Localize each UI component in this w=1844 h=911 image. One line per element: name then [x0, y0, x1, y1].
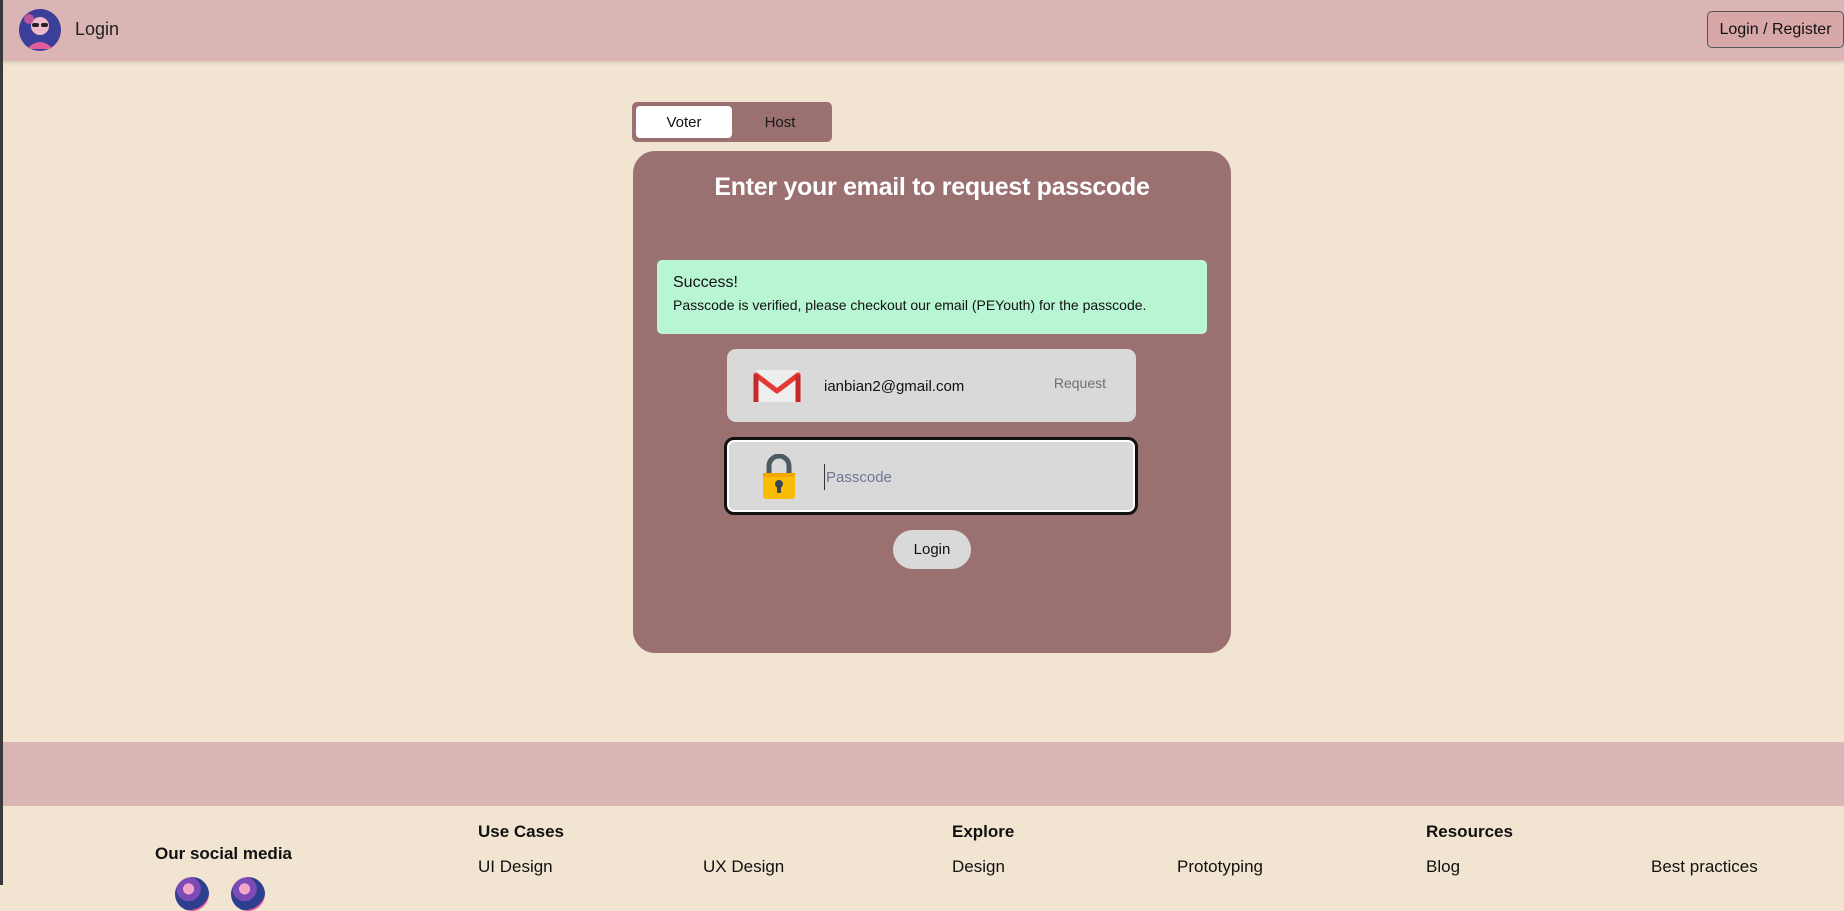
footer-band [3, 742, 1844, 806]
lock-icon [763, 454, 795, 499]
footer-link-ui-design[interactable]: UI Design [478, 857, 553, 877]
footer-link-best-practices[interactable]: Best practices [1651, 857, 1758, 877]
social-icon[interactable] [231, 877, 265, 911]
login-button[interactable]: Login [893, 530, 971, 569]
social-icon[interactable] [175, 877, 209, 911]
passcode-field[interactable] [724, 437, 1138, 515]
footer-link-blog[interactable]: Blog [1426, 857, 1460, 877]
login-card: Enter your email to request passcode Suc… [633, 151, 1231, 653]
tab-host[interactable]: Host [732, 106, 828, 138]
alert-title: Success! [673, 274, 738, 291]
role-toggle: Voter Host [632, 102, 832, 142]
footer: Our social media Use Cases UI Design UX … [3, 806, 1844, 911]
success-alert: Success! Passcode is verified, please ch… [657, 260, 1207, 334]
top-header: Login Login / Register [3, 0, 1844, 61]
gmail-icon [753, 370, 801, 402]
alert-message: Passcode is verified, please checkout ou… [673, 297, 1147, 313]
email-field[interactable]: ianbian2@gmail.com Request [727, 349, 1136, 422]
footer-link-prototyping[interactable]: Prototyping [1177, 857, 1263, 877]
footer-link-design[interactable]: Design [952, 857, 1005, 877]
avatar-logo[interactable] [19, 9, 61, 51]
email-value: ianbian2@gmail.com [824, 378, 965, 395]
footer-heading-use-cases: Use Cases [478, 822, 565, 841]
footer-heading-resources: Resources [1426, 822, 1513, 841]
tab-voter[interactable]: Voter [636, 106, 732, 138]
header-title: Login [75, 19, 120, 39]
social-media-title: Our social media [155, 844, 292, 863]
passcode-input[interactable] [824, 464, 1108, 490]
request-passcode-button[interactable]: Request [1054, 375, 1106, 391]
footer-link-ux-design[interactable]: UX Design [703, 857, 784, 877]
card-title: Enter your email to request passcode [714, 173, 1150, 201]
footer-heading-explore: Explore [952, 822, 1015, 841]
login-register-button[interactable]: Login / Register [1707, 11, 1844, 48]
